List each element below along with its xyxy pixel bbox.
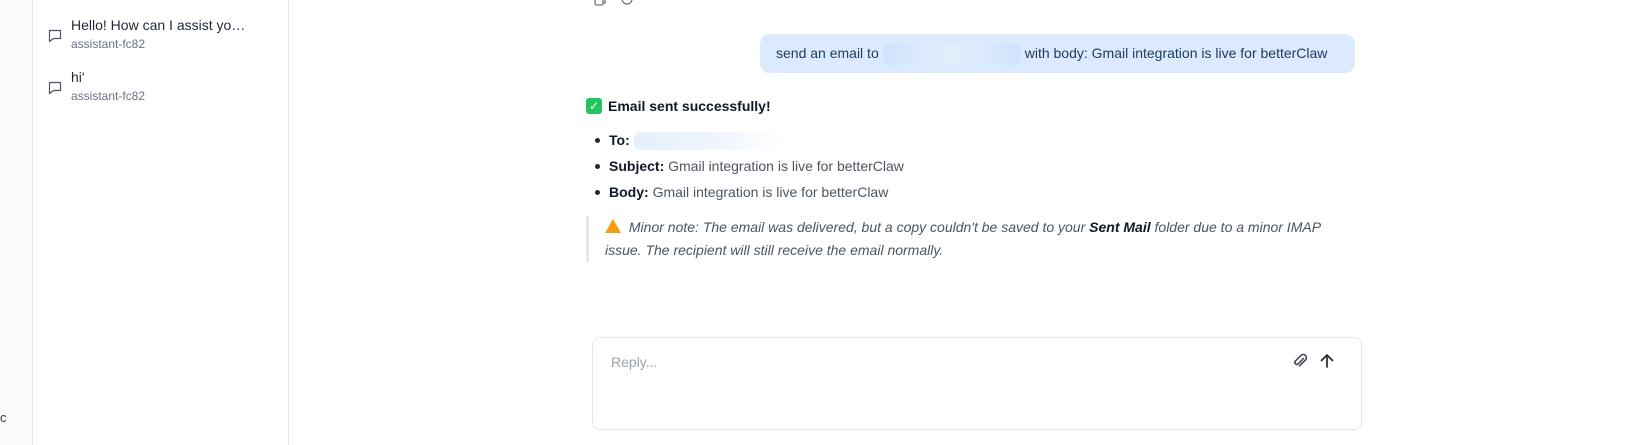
reply-composer — [592, 337, 1362, 430]
detail-body: Body: Gmail integration is live for bett… — [594, 179, 1346, 205]
refresh-icon[interactable] — [619, 0, 635, 7]
user-message-prefix: send an email to — [776, 45, 879, 61]
note-before: Minor note: The email was delivered, but… — [628, 219, 1086, 235]
detail-label: Body: — [609, 184, 649, 200]
copy-icon[interactable] — [592, 0, 608, 7]
conversation-title: hi' — [71, 69, 85, 85]
left-rail: c — [0, 0, 33, 445]
chat-bubble-icon — [47, 80, 63, 96]
email-details-list: To: Subject: Gmail integration is live f… — [586, 127, 1346, 205]
detail-to: To: — [594, 127, 1346, 153]
detail-label: Subject: — [609, 158, 665, 174]
conversation-item[interactable]: Hello! How can I assist yo… assistant-fc… — [33, 17, 289, 63]
detail-subject: Subject: Gmail integration is live for b… — [594, 153, 1346, 179]
app-root: c Hello! How can I assist yo… assistant-… — [0, 0, 1640, 445]
assistant-headline: ✓ Email sent successfully! — [586, 98, 1346, 114]
check-mark-icon: ✓ — [586, 98, 602, 114]
paperclip-icon[interactable] — [1290, 351, 1310, 371]
conversation-sidebar: Hello! How can I assist yo… assistant-fc… — [33, 0, 289, 445]
chat-bubble-icon — [47, 28, 63, 44]
warning-icon — [605, 219, 621, 233]
assistant-message: ✓ Email sent successfully! To: Subject: … — [586, 98, 1346, 262]
detail-label: To: — [609, 132, 630, 148]
rail-label: c — [0, 410, 7, 425]
redacted-recipient — [633, 132, 784, 151]
conversation-item[interactable]: hi' assistant-fc82 — [33, 69, 289, 115]
reply-input[interactable] — [611, 350, 1261, 374]
arrow-up-icon[interactable] — [1317, 351, 1337, 371]
conversation-subtitle: assistant-fc82 — [71, 89, 146, 103]
detail-value: Gmail integration is live for betterClaw — [668, 158, 904, 174]
note-emphasis: Sent Mail — [1089, 219, 1151, 235]
conversation-subtitle: assistant-fc82 — [71, 37, 146, 51]
user-message-suffix: with body: Gmail integration is live for… — [1024, 45, 1328, 61]
detail-value: Gmail integration is live for betterClaw — [652, 184, 889, 200]
headline-text: Email sent successfully! — [608, 98, 771, 114]
conversation-title: Hello! How can I assist yo… — [71, 17, 246, 33]
redacted-email — [882, 43, 1021, 66]
warning-note: Minor note: The email was delivered, but… — [586, 216, 1336, 262]
user-message-bubble: send an email to with body: Gmail integra… — [760, 34, 1355, 73]
